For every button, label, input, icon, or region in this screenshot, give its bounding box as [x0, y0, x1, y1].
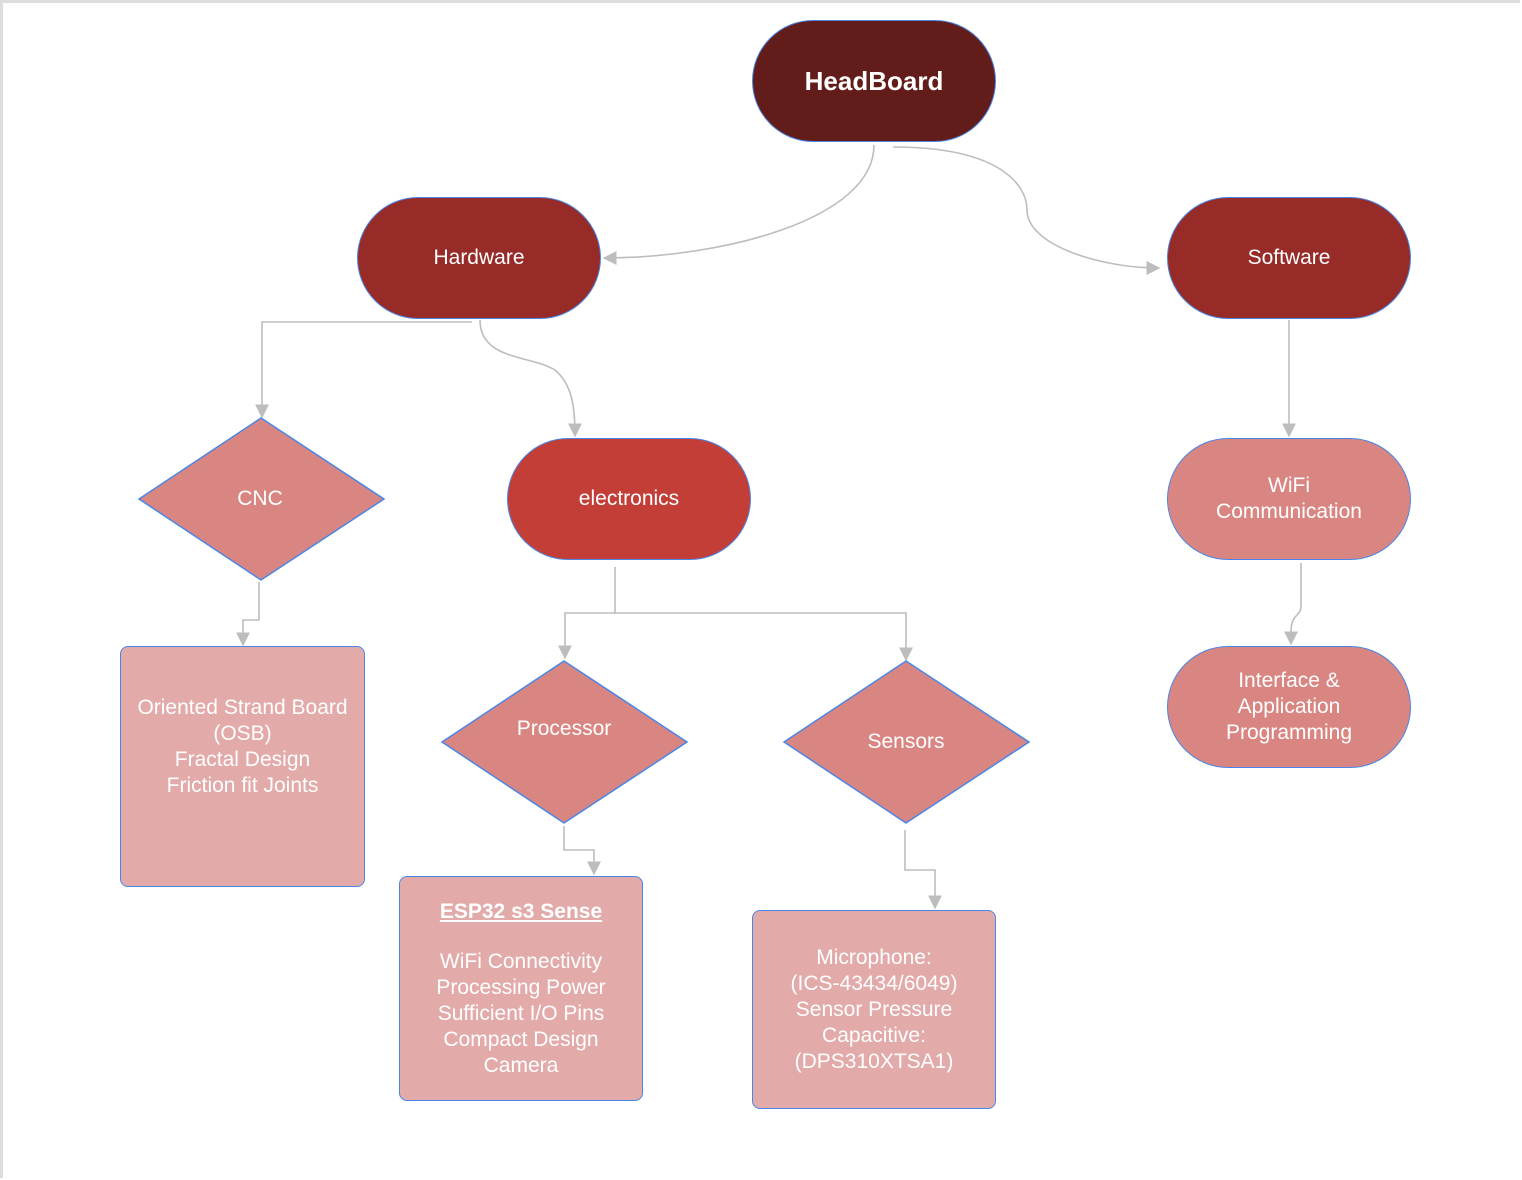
wifi-label-line: WiFi: [1268, 474, 1310, 497]
cnc-label: CNC: [237, 487, 283, 510]
sensor-line: (ICS-43434/6049): [790, 971, 958, 995]
connector-hardware-electronics: [479, 319, 582, 438]
software-label: Software: [1247, 246, 1331, 269]
esp32-line: Compact Design: [443, 1027, 599, 1051]
connector-processor-esp: [563, 826, 601, 876]
interface-label-line: Programming: [1225, 721, 1353, 744]
node-interface-programming[interactable]: Interface & Application Programming: [1167, 646, 1411, 768]
connector-headboard-hardware: [602, 144, 875, 265]
connector-electronics-sensors: [615, 612, 913, 662]
sensor-line: Sensor Pressure: [795, 997, 953, 1021]
processor-label: Processor: [516, 717, 612, 740]
node-wifi-communication[interactable]: WiFi Communication: [1167, 438, 1411, 560]
sensors-label: Sensors: [867, 730, 945, 753]
headboard-label: HeadBoard: [804, 66, 944, 96]
sensor-line: Capacitive:: [822, 1023, 926, 1047]
node-electronics[interactable]: electronics: [507, 438, 751, 560]
interface-label-line: Interface &: [1238, 669, 1340, 692]
connector-wifi-interface: [1284, 563, 1302, 646]
hardware-label: Hardware: [433, 246, 525, 269]
connector-hardware-cnc: [255, 321, 472, 419]
wifi-label-line: Communication: [1216, 500, 1362, 523]
esp32-title[interactable]: ESP32 s3 Sense: [440, 899, 602, 925]
sensor-line: Microphone:: [816, 945, 932, 969]
node-osb-details[interactable]: Oriented Strand Board (OSB) Fractal Desi…: [120, 646, 365, 887]
esp32-line: Sufficient I/O Pins: [437, 1001, 605, 1025]
esp32-line: Processing Power: [436, 975, 606, 999]
interface-label-line: Application: [1237, 695, 1341, 718]
node-sensor-details[interactable]: Microphone: (ICS-43434/6049) Sensor Pres…: [752, 910, 996, 1109]
connector-cnc-osb: [236, 582, 260, 647]
sensor-line: (DPS310XTSA1): [794, 1049, 954, 1073]
osb-line: Friction fit Joints: [166, 773, 319, 797]
connector-electronics-processor: [558, 567, 616, 660]
esp32-line: Camera: [483, 1053, 559, 1077]
node-esp32-details[interactable]: ESP32 s3 Sense WiFi Connectivity Process…: [399, 876, 643, 1101]
node-headboard[interactable]: HeadBoard: [752, 20, 996, 142]
electronics-label: electronics: [578, 487, 680, 510]
esp32-line: WiFi Connectivity: [439, 949, 603, 973]
connector-sensors-details: [904, 830, 942, 910]
osb-line: (OSB): [213, 721, 272, 745]
node-hardware[interactable]: Hardware: [357, 197, 601, 319]
connector-headboard-software: [892, 146, 1161, 275]
osb-line: Fractal Design: [174, 747, 311, 771]
node-software[interactable]: Software: [1167, 197, 1411, 319]
osb-line: Oriented Strand Board: [137, 695, 348, 719]
